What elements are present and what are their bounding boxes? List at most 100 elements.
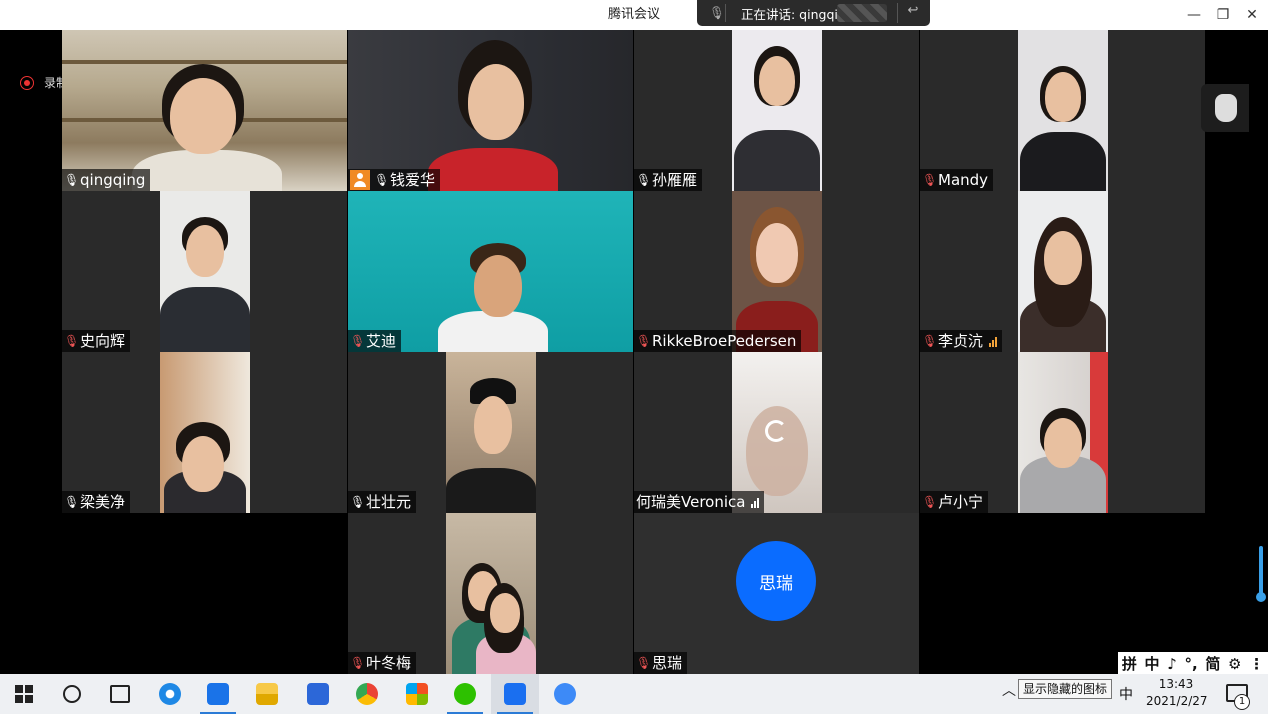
return-icon[interactable]: ↩ xyxy=(897,3,924,23)
participant-name-tag: 🎙 思瑞 xyxy=(634,652,688,674)
participant-name-tag: 🎙 叶冬梅 xyxy=(348,652,417,674)
video-tile[interactable]: 🎙 RikkeBroePedersen xyxy=(634,191,919,352)
microphone-icon: 🎙 xyxy=(64,495,80,509)
video-tile[interactable]: 🎙 李贞沆 xyxy=(920,191,1205,352)
start-button[interactable] xyxy=(0,674,48,714)
participant-video xyxy=(160,191,250,352)
network-signal-icon xyxy=(989,336,998,347)
chrome-icon xyxy=(356,683,378,705)
microphone-icon: 🎙 xyxy=(64,173,80,187)
participant-video xyxy=(348,30,633,191)
participant-name-tag: 🎙 RikkeBroePedersen xyxy=(634,330,802,352)
folder-icon xyxy=(256,683,278,705)
participant-name: 何瑞美Veronica xyxy=(636,493,746,511)
maximize-button[interactable]: ❐ xyxy=(1208,0,1238,30)
ime-moon-icon[interactable]: ♪ xyxy=(1167,655,1177,673)
microphone-icon: 🎙 xyxy=(374,173,390,187)
taskbar-app-windows-store[interactable] xyxy=(393,674,441,714)
participant-name: 叶冬梅 xyxy=(366,654,412,672)
participant-name: 梁美净 xyxy=(80,493,126,511)
microphone-icon: 🎙 xyxy=(636,173,652,187)
video-tile[interactable]: 何瑞美Veronica xyxy=(634,352,919,513)
wechat-icon xyxy=(454,683,476,705)
taskbar-app-wechat[interactable] xyxy=(441,674,489,714)
system-clock[interactable]: 13:43 2021/2/27 xyxy=(1146,676,1208,710)
video-tile[interactable]: 🎙 叶冬梅 xyxy=(348,513,633,674)
taskbar-app-ie[interactable] xyxy=(146,674,194,714)
participant-name-tag: 🎙 李贞沆 xyxy=(920,330,1003,352)
participant-name: RikkeBroePedersen xyxy=(652,332,797,350)
task-view-icon xyxy=(110,685,130,703)
participant-name: 史向辉 xyxy=(80,332,126,350)
microphone-muted-icon: 🎙 xyxy=(350,656,366,670)
ie-icon xyxy=(159,683,181,705)
microphone-muted-icon: 🎙 xyxy=(636,656,652,670)
participant-name: 李贞沆 xyxy=(938,332,984,350)
participant-name: Mandy xyxy=(938,171,989,189)
input-language[interactable]: 中 xyxy=(1119,684,1133,704)
side-panel-toggle[interactable] xyxy=(1201,84,1249,132)
taskbar-app-feishu[interactable] xyxy=(541,674,589,714)
minimize-button[interactable]: — xyxy=(1179,0,1209,30)
video-tile[interactable]: 🎙 史向辉 xyxy=(62,191,347,352)
app-title: 腾讯会议 xyxy=(607,7,660,22)
participant-name-tag: 🎙 卢小宁 xyxy=(920,491,989,513)
participant-name-tag: 🎙 qingqing xyxy=(62,169,151,191)
microphone-muted-icon: 🎙 xyxy=(922,495,938,509)
video-tile[interactable]: 🎙 钱爱华 xyxy=(348,30,633,191)
video-tile[interactable]: 🎙 qingqing xyxy=(62,30,347,191)
ime-chinese-icon[interactable]: 中 xyxy=(1145,653,1160,674)
speaking-indicator: 🎙 正在讲话: qingqing; ↩ xyxy=(697,0,930,26)
taskbar-app-wps[interactable] xyxy=(294,674,342,714)
video-tile[interactable]: 🎙 艾迪 xyxy=(348,191,633,352)
close-button[interactable]: ✕ xyxy=(1237,0,1267,30)
search-icon xyxy=(63,685,81,703)
video-tile[interactable]: 🎙 卢小宁 xyxy=(920,352,1205,513)
microphone-muted-icon: 🎙 xyxy=(64,334,80,348)
video-tile[interactable]: 🎙 Mandy xyxy=(920,30,1205,191)
show-hidden-icons-chevron[interactable]: ︿ xyxy=(1002,680,1016,700)
task-view-button[interactable] xyxy=(96,674,144,714)
participant-name-tag: 🎙 孙雁雁 xyxy=(634,169,703,191)
ime-more-icon[interactable]: ⋮ xyxy=(1249,655,1264,673)
participant-video xyxy=(732,352,822,513)
ime-punctuation-icon[interactable]: °, xyxy=(1184,655,1197,673)
taskbar-app-file-explorer[interactable] xyxy=(243,674,291,714)
microphone-muted-icon: 🎙 xyxy=(636,334,652,348)
search-button[interactable] xyxy=(48,674,96,714)
tencent-meeting-icon xyxy=(504,683,526,705)
microphone-muted-icon: 🎙 xyxy=(922,334,938,348)
title-bar: 腾讯会议 — ❐ ✕ xyxy=(0,0,1268,30)
taskbar-app-blue[interactable] xyxy=(194,674,242,714)
microphone-muted-icon: 🎙 xyxy=(922,173,938,187)
taskbar-app-tencent-meeting[interactable] xyxy=(491,674,539,714)
volume-slider[interactable] xyxy=(1256,546,1266,602)
participant-video xyxy=(446,352,536,513)
video-tile[interactable]: 🎙 孙雁雁 xyxy=(634,30,919,191)
participant-name-tag: 🎙 艾迪 xyxy=(348,330,402,352)
loading-icon xyxy=(765,420,787,442)
blurred-name xyxy=(837,4,887,22)
participant-name: 壮壮元 xyxy=(366,493,412,511)
participant-video xyxy=(446,513,536,674)
microphone-icon: 🎙 xyxy=(350,495,366,509)
feishu-icon xyxy=(554,683,576,705)
participant-name-tag: 🎙 钱爱华 xyxy=(348,169,441,191)
ime-settings-icon[interactable]: ⚙ xyxy=(1228,655,1241,673)
ime-simplified-icon[interactable]: 简 xyxy=(1205,653,1220,674)
video-tile[interactable]: 🎙 梁美净 xyxy=(62,352,347,513)
ime-toolbar: 拼 中 ♪ °, 简 ⚙ ⋮ xyxy=(1118,652,1268,675)
video-tile[interactable]: 思瑞 🎙 思瑞 xyxy=(634,513,919,674)
ime-pinyin-icon[interactable]: 拼 xyxy=(1122,653,1137,674)
participant-video xyxy=(348,191,633,352)
wps-icon xyxy=(307,683,329,705)
app-blue-icon xyxy=(207,683,229,705)
participant-video xyxy=(1018,30,1108,191)
microphone-muted-icon: 🎙 xyxy=(350,334,366,348)
taskbar-app-chrome[interactable] xyxy=(343,674,391,714)
participant-video xyxy=(160,352,250,513)
video-grid: 🎙 qingqing 🎙 钱爱华 🎙 孙雁雁 🎙 Mandy 🎙 史向辉 🎙 艾… xyxy=(62,30,1205,674)
user-icon xyxy=(350,170,370,190)
participant-name-tag: 🎙 Mandy xyxy=(920,169,994,191)
video-tile[interactable]: 🎙 壮壮元 xyxy=(348,352,633,513)
